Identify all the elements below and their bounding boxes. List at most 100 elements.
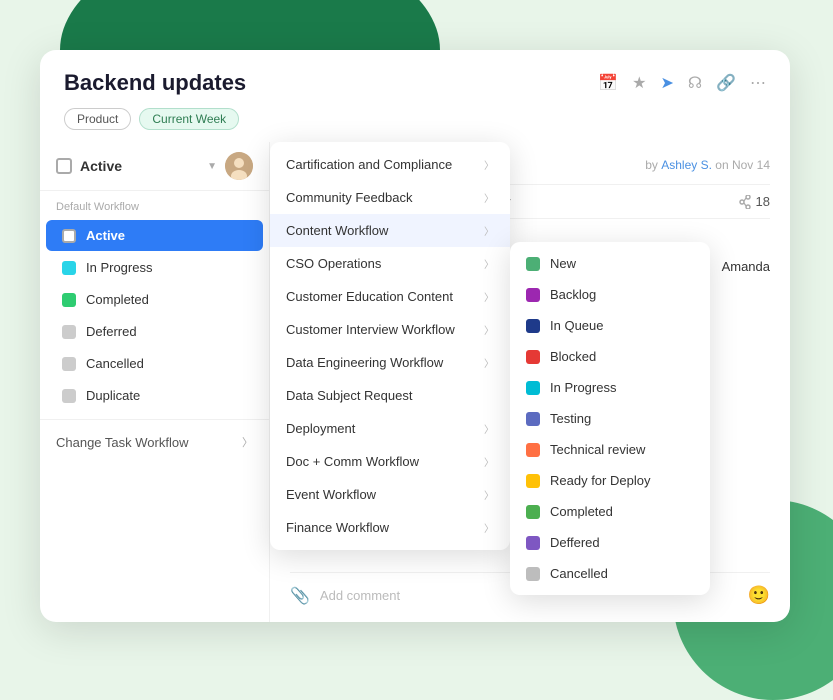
backlog-status-label: Backlog [550, 287, 596, 302]
dropdown-arrow-icon: ▼ [207, 161, 217, 172]
attachment-icon[interactable]: 📎 [290, 586, 310, 606]
dropdown-item-label: Cartification and Compliance [286, 157, 484, 172]
deferred-label: Deferred [86, 324, 137, 339]
ready-deploy-status-label: Ready for Deploy [550, 473, 650, 488]
dropdown-item-label: CSO Operations [286, 256, 484, 271]
inprogress-label: In Progress [86, 260, 152, 275]
completed-status-dot [526, 505, 540, 519]
cancelled-status-dot [526, 567, 540, 581]
dropdown-item-customer-interview[interactable]: Customer Interview Workflow 〉 [270, 313, 510, 346]
deffered-status-dot [526, 536, 540, 550]
status-item-deffered[interactable]: Deffered [510, 527, 710, 558]
status-item-technical-review[interactable]: Technical review [510, 434, 710, 465]
dropdown-item-label: Data Engineering Workflow [286, 355, 484, 370]
dropdown-item-data-subject[interactable]: Data Subject Request [270, 379, 510, 412]
main-card: Backend updates 📅 ★ ➤ ☊ 🔗 ⋯ Product Curr… [40, 50, 790, 622]
status-item-cancelled[interactable]: Cancelled [510, 558, 710, 589]
inprogress-dot-icon [62, 261, 76, 275]
workflow-item-active[interactable]: Active [46, 220, 263, 251]
page-title: Backend updates [64, 70, 246, 96]
dropdown-item-finance[interactable]: Finance Workflow 〉 [270, 511, 510, 544]
dropdown-item-label: Data Subject Request [286, 388, 494, 403]
status-item-inqueue[interactable]: In Queue [510, 310, 710, 341]
avatar [225, 152, 253, 180]
workflow-item-inprogress[interactable]: In Progress [46, 252, 263, 283]
emoji-icon[interactable]: 🙂 [748, 585, 770, 606]
status-item-backlog[interactable]: Backlog [510, 279, 710, 310]
pin-icon[interactable]: ➤ [660, 73, 673, 93]
new-status-label: New [550, 256, 576, 271]
dropdown-item-label: Doc + Comm Workflow [286, 454, 484, 469]
chevron-icon: 〉 [484, 190, 494, 205]
inprogress-status-dot [526, 381, 540, 395]
duplicate-label: Duplicate [86, 388, 140, 403]
blocked-status-dot [526, 350, 540, 364]
chevron-right-icon: 〉 [242, 434, 253, 450]
workflow-item-deferred[interactable]: Deferred [46, 316, 263, 347]
dropdown-item-community[interactable]: Community Feedback 〉 [270, 181, 510, 214]
chevron-icon: 〉 [484, 256, 494, 271]
dropdown-item-data-eng[interactable]: Data Engineering Workflow 〉 [270, 346, 510, 379]
dropdown-item-label: Customer Interview Workflow [286, 322, 484, 337]
new-status-dot [526, 257, 540, 271]
dropdown-item-label: Customer Education Content [286, 289, 484, 304]
dropdown-item-certification[interactable]: Cartification and Compliance 〉 [270, 148, 510, 181]
card-body: Active ▼ Default Workflow Active In [40, 142, 790, 622]
dropdown-item-deployment[interactable]: Deployment 〉 [270, 412, 510, 445]
action-count: 18 [738, 194, 770, 209]
default-workflow-label: Default Workflow [40, 191, 269, 219]
change-task-workflow-button[interactable]: Change Task Workflow 〉 [40, 419, 269, 464]
cancelled-label: Cancelled [86, 356, 144, 371]
inprogress-status-label: In Progress [550, 380, 616, 395]
status-item-ready-deploy[interactable]: Ready for Deploy [510, 465, 710, 496]
backlog-status-dot [526, 288, 540, 302]
assignee-name: Amanda [722, 259, 770, 274]
chevron-icon: 〉 [484, 289, 494, 304]
completed-status-label: Completed [550, 504, 613, 519]
chevron-icon: 〉 [484, 322, 494, 337]
dropdown-item-customer-edu[interactable]: Customer Education Content 〉 [270, 280, 510, 313]
status-item-testing[interactable]: Testing [510, 403, 710, 434]
tag-current-week[interactable]: Current Week [139, 108, 239, 130]
link-icon[interactable]: 🔗 [716, 73, 736, 93]
star-icon[interactable]: ★ [632, 73, 646, 93]
status-square-icon [56, 158, 72, 174]
testing-status-label: Testing [550, 411, 591, 426]
deferred-dot-icon [62, 325, 76, 339]
dropdown-item-content[interactable]: Content Workflow 〉 [270, 214, 510, 247]
tech-review-status-label: Technical review [550, 442, 645, 457]
ready-deploy-status-dot [526, 474, 540, 488]
tech-review-status-dot [526, 443, 540, 457]
chevron-icon: 〉 [484, 520, 494, 535]
change-task-workflow-label: Change Task Workflow [56, 435, 188, 450]
dropdown-item-event[interactable]: Event Workflow 〉 [270, 478, 510, 511]
chevron-icon: 〉 [484, 223, 494, 238]
status-item-completed[interactable]: Completed [510, 496, 710, 527]
cancelled-status-label: Cancelled [550, 566, 608, 581]
inqueue-status-label: In Queue [550, 318, 604, 333]
status-item-blocked[interactable]: Blocked [510, 341, 710, 372]
duplicate-dot-icon [62, 389, 76, 403]
completed-dot-icon [62, 293, 76, 307]
status-item-new[interactable]: New [510, 248, 710, 279]
active-status-label: Active [80, 158, 199, 174]
tag-product[interactable]: Product [64, 108, 131, 130]
tags-row: Product Current Week [40, 104, 790, 142]
dropdown-item-label: Deployment [286, 421, 484, 436]
workflow-selector[interactable]: Active ▼ [40, 142, 269, 191]
rss-icon[interactable]: ☊ [688, 73, 702, 93]
status-item-inprogress[interactable]: In Progress [510, 372, 710, 403]
blocked-status-label: Blocked [550, 349, 596, 364]
workflow-dropdown-menu: Cartification and Compliance 〉 Community… [270, 142, 510, 550]
cancelled-dot-icon [62, 357, 76, 371]
testing-status-dot [526, 412, 540, 426]
inqueue-status-dot [526, 319, 540, 333]
dropdown-item-cso[interactable]: CSO Operations 〉 [270, 247, 510, 280]
workflow-item-cancelled[interactable]: Cancelled [46, 348, 263, 379]
calendar-icon[interactable]: 📅 [598, 73, 618, 93]
workflow-item-duplicate[interactable]: Duplicate [46, 380, 263, 411]
workflow-item-completed[interactable]: Completed [46, 284, 263, 315]
chevron-icon: 〉 [484, 157, 494, 172]
more-icon[interactable]: ⋯ [750, 73, 766, 93]
dropdown-item-doc-comm[interactable]: Doc + Comm Workflow 〉 [270, 445, 510, 478]
